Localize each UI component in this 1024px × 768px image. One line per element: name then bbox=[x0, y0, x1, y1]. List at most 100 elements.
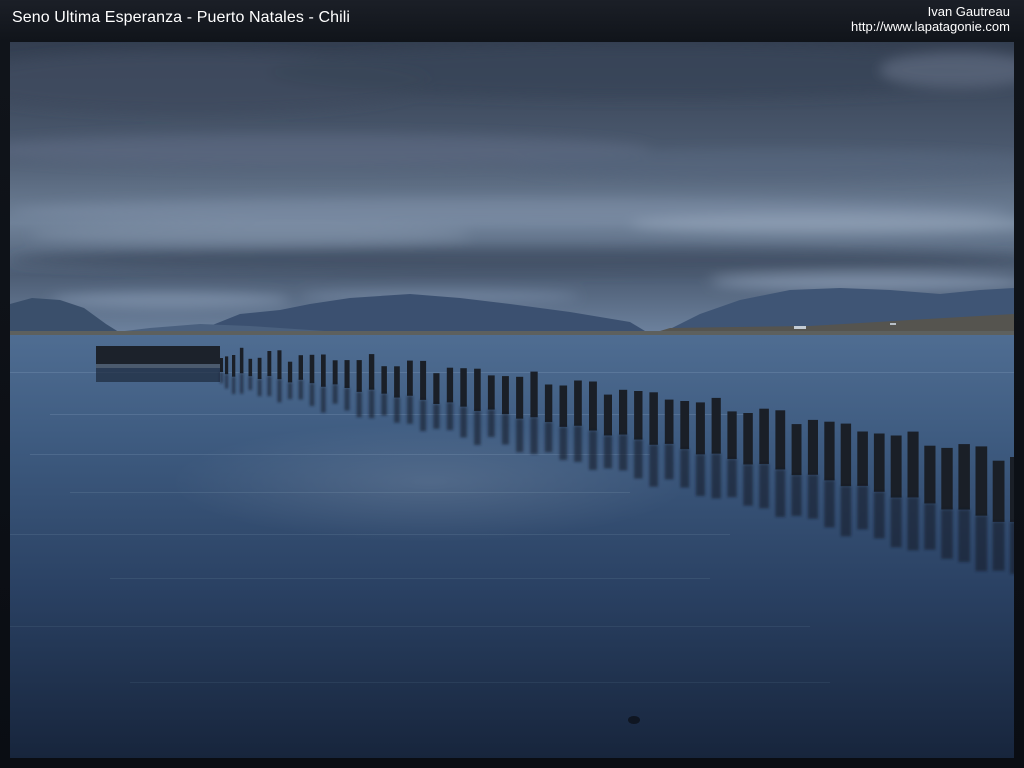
pier-post bbox=[516, 376, 524, 419]
pier-post bbox=[743, 413, 753, 465]
pier-post bbox=[634, 391, 643, 440]
pier-post bbox=[321, 354, 326, 387]
page-title: Seno Ultima Esperanza - Puerto Natales -… bbox=[12, 9, 351, 26]
pier-post bbox=[544, 384, 553, 423]
pier-post-reflection bbox=[680, 449, 690, 488]
pier-post-reflection bbox=[309, 383, 315, 406]
pier-post bbox=[727, 411, 737, 460]
pier-posts-far bbox=[96, 346, 220, 368]
pier-post bbox=[759, 408, 769, 465]
pier-post bbox=[589, 381, 597, 431]
pier-post-reflection bbox=[873, 491, 885, 539]
pier-post bbox=[446, 367, 454, 403]
pier-post bbox=[332, 360, 338, 385]
pier-post bbox=[460, 368, 467, 407]
pier-post bbox=[248, 358, 253, 377]
pier-post-reflection bbox=[474, 411, 481, 445]
pier-post bbox=[381, 366, 387, 394]
pier-post bbox=[407, 360, 413, 396]
pier-post-reflection bbox=[603, 435, 612, 469]
pier-post-reflection bbox=[220, 372, 223, 384]
pier-post bbox=[257, 357, 262, 379]
pier-post bbox=[824, 421, 835, 481]
pier-post-reflection bbox=[907, 497, 919, 551]
pier-post-reflection bbox=[225, 374, 229, 389]
author-name: Ivan Gautreau bbox=[927, 4, 1010, 19]
pier-post bbox=[664, 399, 674, 444]
pier-post bbox=[574, 380, 582, 426]
pier-post bbox=[840, 423, 852, 487]
pier-post bbox=[975, 446, 988, 516]
pier-post-reflection bbox=[248, 376, 253, 390]
pier-post bbox=[433, 373, 440, 404]
pier-post bbox=[277, 350, 282, 380]
pier-post-reflection bbox=[890, 497, 902, 548]
pier-post bbox=[890, 435, 902, 498]
pier-post bbox=[1010, 457, 1014, 522]
pier-post-reflection bbox=[321, 386, 326, 413]
pier-post bbox=[711, 397, 721, 454]
pier-post bbox=[619, 389, 628, 435]
pier-post bbox=[298, 355, 303, 380]
pier-post-reflection bbox=[559, 426, 568, 460]
pier-post bbox=[559, 385, 568, 427]
pier-post-reflection bbox=[502, 414, 509, 445]
pier-post-reflection bbox=[664, 443, 674, 480]
pier-post bbox=[695, 402, 705, 455]
pier-post-reflection bbox=[356, 391, 362, 418]
pier-post-reflection bbox=[857, 485, 868, 530]
pier-post-reflection bbox=[544, 422, 553, 453]
pier-post-reflection bbox=[743, 464, 753, 506]
pier-post bbox=[287, 361, 293, 383]
pier-post bbox=[220, 358, 223, 372]
pier-post bbox=[857, 431, 868, 486]
pier-post bbox=[309, 354, 315, 384]
pier-post bbox=[807, 419, 818, 475]
pier-post-reflection bbox=[433, 404, 440, 429]
pier-post-reflection bbox=[695, 454, 705, 496]
pier-post-reflection bbox=[407, 395, 413, 424]
pier-post bbox=[502, 376, 509, 415]
pier-post bbox=[941, 447, 953, 510]
pier-post-reflection bbox=[589, 430, 597, 470]
pier-post-reflection bbox=[791, 475, 802, 516]
landscape-photo bbox=[10, 42, 1014, 758]
pier-post-reflection bbox=[239, 373, 244, 394]
pier-post-reflection bbox=[711, 453, 721, 499]
pier-post bbox=[603, 394, 612, 436]
water bbox=[10, 335, 1014, 758]
pier-post-reflection bbox=[807, 474, 818, 519]
website-link[interactable]: http://www.lapatagonie.com bbox=[851, 19, 1010, 34]
pier-post-reflection bbox=[267, 376, 272, 397]
pier-post bbox=[487, 375, 495, 410]
pier-post-reflection bbox=[257, 379, 262, 397]
pier-post-reflection bbox=[381, 393, 387, 416]
pier-post bbox=[394, 366, 400, 398]
pier-post-reflection bbox=[530, 417, 538, 454]
pier-post bbox=[232, 355, 236, 377]
pier-post-reflection bbox=[368, 389, 375, 419]
pier-post-reflection bbox=[298, 379, 303, 400]
pier-post-reflection bbox=[634, 439, 643, 479]
pier-post bbox=[420, 360, 427, 400]
pier-post bbox=[791, 424, 802, 476]
pier-post-reflection bbox=[232, 376, 236, 394]
pier-post-reflection bbox=[824, 480, 835, 528]
pier-post bbox=[775, 410, 786, 470]
pier-post bbox=[356, 360, 362, 392]
pier-post-reflection bbox=[277, 379, 282, 403]
pier-post-reflection bbox=[958, 509, 970, 562]
pier-post-reflection bbox=[420, 399, 427, 432]
pier-post bbox=[368, 354, 375, 390]
pier-post-reflection bbox=[619, 434, 628, 471]
pier-post-reflection bbox=[759, 464, 769, 509]
pier-post bbox=[225, 356, 229, 375]
pier-post bbox=[267, 351, 272, 377]
pier-post bbox=[680, 401, 690, 450]
pier-post-reflection bbox=[1010, 522, 1014, 574]
pier-post bbox=[992, 460, 1005, 522]
pier-post-reflection bbox=[941, 509, 953, 559]
pier-post bbox=[924, 445, 936, 504]
pier-post-reflection bbox=[840, 486, 852, 537]
pier-post-reflection bbox=[487, 409, 495, 437]
